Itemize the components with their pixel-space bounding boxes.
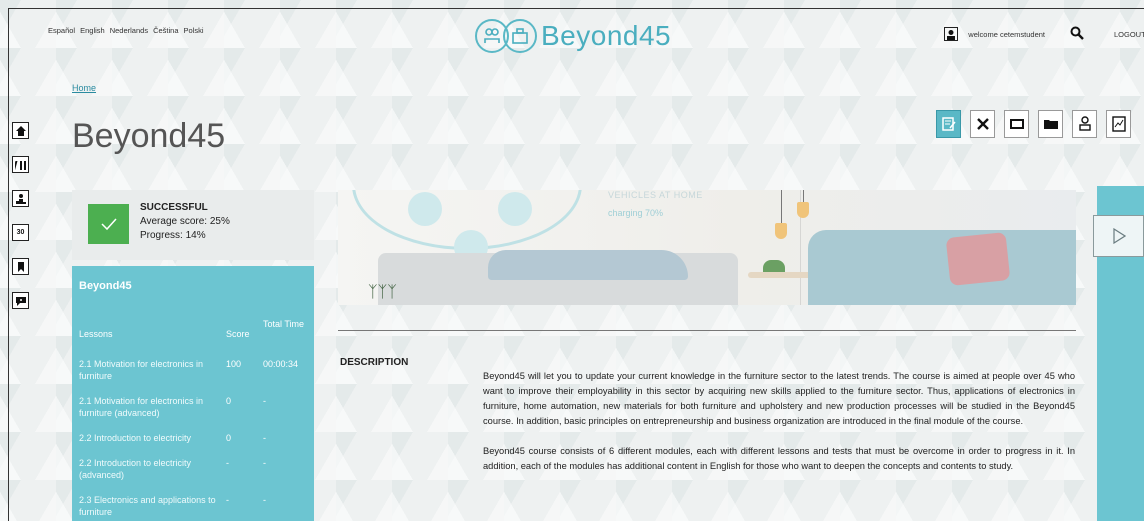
status-text: SUCCESSFUL Average score: 25% Progress: … bbox=[140, 201, 230, 243]
table-header: Lessons Score Total Time bbox=[72, 318, 314, 358]
course-lessons-panel: Beyond45 Lessons Score Total Time 2.1 Mo… bbox=[72, 266, 314, 521]
lang-spanish[interactable]: Español bbox=[48, 26, 75, 35]
home-icon[interactable] bbox=[12, 122, 29, 139]
calendar-icon[interactable]: 30 bbox=[12, 224, 29, 241]
chat-icon[interactable] bbox=[12, 292, 29, 309]
library-icon[interactable] bbox=[12, 156, 29, 173]
lesson-score: - bbox=[226, 458, 229, 468]
lamp-cord bbox=[803, 190, 804, 202]
language-bar: Español English Nederlands Čeština Polsk… bbox=[48, 26, 204, 35]
lang-polish[interactable]: Polski bbox=[184, 26, 204, 35]
breadcrumb-home[interactable]: Home bbox=[72, 83, 96, 93]
banner-bubble bbox=[408, 192, 442, 226]
course-banner-image: VEHICLES AT HOME charging 70% ᛉᛉᛉ bbox=[338, 190, 1076, 305]
calendar-day: 30 bbox=[16, 229, 25, 236]
lesson-time: - bbox=[263, 458, 266, 468]
site-logo[interactable]: Beyond45 bbox=[475, 17, 671, 55]
lesson-time: - bbox=[263, 396, 266, 406]
banner-plant: ᛉᛉᛉ bbox=[368, 284, 397, 301]
welcome-text: welcome cetemstudent bbox=[968, 29, 1045, 39]
lesson-score: 0 bbox=[226, 433, 232, 443]
divider bbox=[338, 330, 1076, 331]
left-icon-rail: 30 bbox=[12, 122, 29, 309]
table-row[interactable]: 2.3 Electronics and applications to furn… bbox=[72, 494, 314, 521]
banner-bubble bbox=[498, 192, 532, 226]
description-body: Beyond45 will let you to update your cur… bbox=[483, 369, 1075, 474]
page-title: Beyond45 bbox=[72, 117, 226, 155]
course-tools bbox=[936, 110, 1131, 138]
course-status-card: SUCCESSFUL Average score: 25% Progress: … bbox=[72, 190, 314, 260]
table-row[interactable]: 2.2 Introduction to electricity 0 - bbox=[72, 432, 314, 457]
logo-text: Beyond45 bbox=[541, 20, 672, 51]
table-row[interactable]: 2.1 Motivation for electronics in furnit… bbox=[72, 358, 314, 395]
average-score: Average score: 25% bbox=[140, 216, 230, 227]
table-row[interactable]: 2.1 Motivation for electronics in furnit… bbox=[72, 395, 314, 432]
description-paragraph: Beyond45 will let you to update your cur… bbox=[483, 371, 1075, 426]
lessons-table: Lessons Score Total Time 2.1 Motivation … bbox=[72, 318, 314, 521]
user-bar: welcome cetemstudent LOGOUT bbox=[944, 26, 1144, 42]
briefcase-icon bbox=[503, 19, 537, 53]
lang-english[interactable]: English bbox=[80, 26, 105, 35]
edit-notes-icon[interactable] bbox=[936, 110, 961, 138]
lesson-score: 100 bbox=[226, 359, 242, 369]
course-title: Beyond45 bbox=[79, 280, 132, 292]
column-lessons: Lessons bbox=[79, 329, 113, 339]
banner-sofa bbox=[808, 230, 1076, 305]
play-button[interactable] bbox=[1093, 215, 1144, 257]
user-icon[interactable] bbox=[944, 27, 959, 41]
lesson-name[interactable]: 2.1 Motivation for electronics in furnit… bbox=[72, 358, 223, 382]
ranking-icon[interactable] bbox=[12, 190, 29, 207]
certificate-icon[interactable] bbox=[1072, 110, 1097, 138]
description-paragraph: Beyond45 course consists of 6 different … bbox=[483, 446, 1075, 471]
lamp-cord bbox=[781, 190, 782, 223]
report-icon[interactable] bbox=[1106, 110, 1131, 138]
progress: Progress: 14% bbox=[140, 230, 206, 241]
logout-link[interactable]: LOGOUT bbox=[1114, 30, 1144, 39]
lesson-time: - bbox=[263, 495, 266, 505]
presentation-icon[interactable] bbox=[1004, 110, 1029, 138]
checkmark-icon bbox=[88, 204, 129, 244]
lang-czech[interactable]: Čeština bbox=[153, 26, 178, 35]
table-row[interactable]: 2.2 Introduction to electricity (advance… bbox=[72, 457, 314, 494]
column-total-time: Total Time bbox=[263, 319, 305, 329]
search-icon[interactable] bbox=[1070, 26, 1086, 42]
banner-pillow bbox=[945, 231, 1011, 287]
column-score: Score bbox=[226, 329, 250, 339]
tools-icon[interactable] bbox=[970, 110, 995, 138]
banner-blanket bbox=[488, 250, 688, 280]
lesson-name[interactable]: 2.2 Introduction to electricity (advance… bbox=[72, 457, 223, 481]
play-icon bbox=[1112, 228, 1126, 244]
pendant-lamp bbox=[775, 223, 787, 239]
description-label: DESCRIPTION bbox=[340, 357, 409, 368]
lesson-time: - bbox=[263, 433, 266, 443]
lesson-name[interactable]: 2.2 Introduction to electricity bbox=[72, 432, 223, 444]
status-title: SUCCESSFUL bbox=[140, 202, 208, 213]
lesson-name[interactable]: 2.3 Electronics and applications to furn… bbox=[72, 494, 223, 518]
folder-icon[interactable] bbox=[1038, 110, 1063, 138]
lesson-score: 0 bbox=[226, 396, 232, 406]
lesson-name[interactable]: 2.1 Motivation for electronics in furnit… bbox=[72, 395, 223, 419]
banner-charging-text: charging 70% bbox=[608, 208, 664, 218]
pendant-lamp bbox=[797, 202, 809, 218]
lang-dutch[interactable]: Nederlands bbox=[110, 26, 148, 35]
lesson-score: - bbox=[226, 495, 229, 505]
lesson-time: 00:00:34 bbox=[263, 359, 299, 369]
banner-vehicles-text: VEHICLES AT HOME bbox=[608, 190, 703, 200]
bookmark-icon[interactable] bbox=[12, 258, 29, 275]
